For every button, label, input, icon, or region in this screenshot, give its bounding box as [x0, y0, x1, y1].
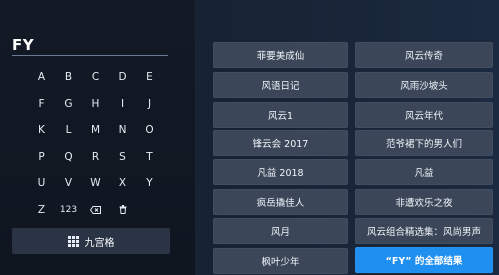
- backspace-icon: [89, 205, 101, 214]
- key-123[interactable]: 123: [55, 197, 82, 224]
- grid-icon: [67, 235, 79, 247]
- key-d[interactable]: D: [109, 64, 136, 91]
- result-item[interactable]: 锋云会 2017: [213, 130, 348, 156]
- result-item[interactable]: 风云传奇: [355, 42, 493, 68]
- search-underline: [12, 55, 168, 56]
- nine-grid-label: 九宫格: [84, 237, 115, 249]
- result-item[interactable]: 凡益 2018: [213, 159, 348, 185]
- key-h[interactable]: H: [82, 91, 109, 118]
- key-o[interactable]: O: [136, 117, 163, 144]
- result-item[interactable]: 范爷裙下的男人们: [355, 130, 493, 156]
- result-item[interactable]: 风月: [213, 218, 348, 244]
- key-j[interactable]: J: [136, 91, 163, 118]
- key-x[interactable]: X: [109, 170, 136, 197]
- search-query[interactable]: FY: [12, 36, 34, 54]
- key-t[interactable]: T: [136, 144, 163, 171]
- result-item[interactable]: 风语日记: [213, 72, 348, 98]
- key-i[interactable]: I: [109, 91, 136, 118]
- result-item[interactable]: 风云年代: [355, 102, 493, 128]
- key-v[interactable]: V: [55, 170, 82, 197]
- search-results: 菲要美成仙 风语日记 风云1 锋云会 2017 凡益 2018 疯岳撬佳人 风月…: [213, 0, 499, 275]
- key-l[interactable]: L: [55, 117, 82, 144]
- clear-key[interactable]: [109, 197, 136, 224]
- letter-keyboard: A B C D E F G H I J K L M N O P Q R S T …: [28, 64, 168, 223]
- key-b[interactable]: B: [55, 64, 82, 91]
- all-results-button[interactable]: “FY” 的全部结果: [355, 247, 493, 273]
- key-s[interactable]: S: [109, 144, 136, 171]
- key-n[interactable]: N: [109, 117, 136, 144]
- result-item[interactable]: 非遭欢乐之夜: [355, 189, 493, 215]
- key-c[interactable]: C: [82, 64, 109, 91]
- result-item[interactable]: 枫叶少年: [213, 248, 348, 274]
- key-z[interactable]: Z: [28, 197, 55, 224]
- key-k[interactable]: K: [28, 117, 55, 144]
- key-m[interactable]: M: [82, 117, 109, 144]
- key-p[interactable]: P: [28, 144, 55, 171]
- key-u[interactable]: U: [28, 170, 55, 197]
- result-item[interactable]: 风雨沙坡头: [355, 72, 493, 98]
- nine-grid-button[interactable]: 九宫格: [12, 228, 170, 254]
- keyboard-panel: FY A B C D E F G H I J K L M N O P Q R S…: [0, 0, 195, 275]
- key-r[interactable]: R: [82, 144, 109, 171]
- backspace-key[interactable]: [82, 197, 109, 224]
- key-g[interactable]: G: [55, 91, 82, 118]
- trash-icon: [119, 205, 126, 214]
- key-y[interactable]: Y: [136, 170, 163, 197]
- result-item[interactable]: 疯岳撬佳人: [213, 189, 348, 215]
- result-item[interactable]: 风云1: [213, 102, 348, 128]
- key-e[interactable]: E: [136, 64, 163, 91]
- key-f[interactable]: F: [28, 91, 55, 118]
- key-q[interactable]: Q: [55, 144, 82, 171]
- result-item[interactable]: 风云组合精选集：风尚男声: [355, 218, 493, 244]
- result-item[interactable]: 菲要美成仙: [213, 42, 348, 68]
- result-item[interactable]: 凡益: [355, 159, 493, 185]
- key-a[interactable]: A: [28, 64, 55, 91]
- key-w[interactable]: W: [82, 170, 109, 197]
